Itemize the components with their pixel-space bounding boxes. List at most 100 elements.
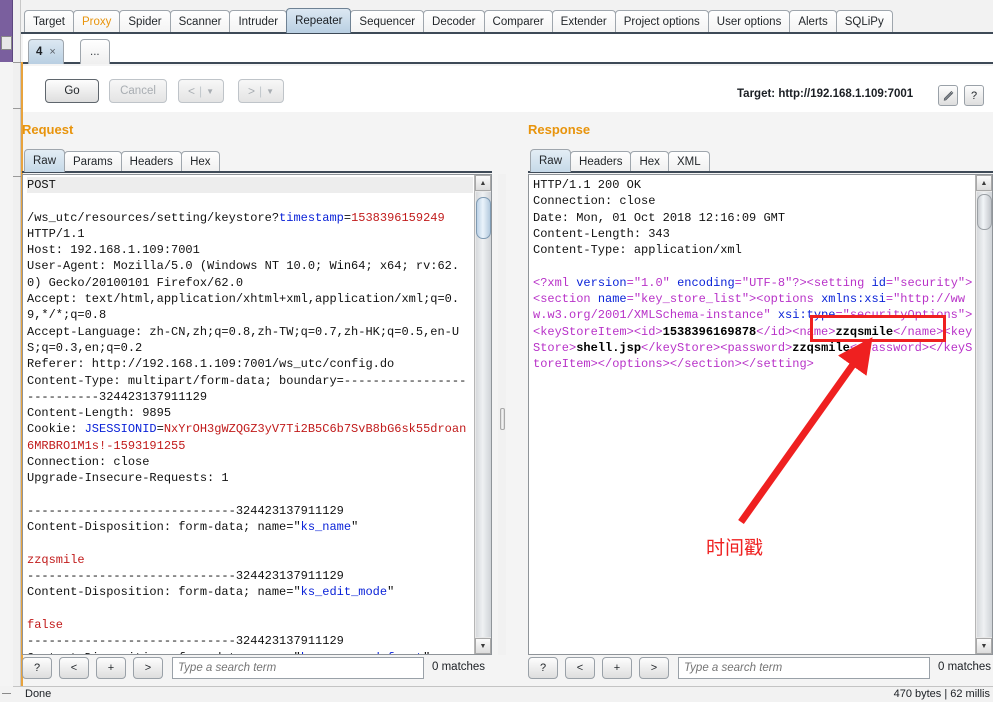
cancel-button[interactable]: Cancel [109, 79, 167, 103]
main-tab-extender[interactable]: Extender [551, 10, 616, 33]
code-token: ="key_store_list"><options [626, 292, 822, 307]
main-tab-user-options[interactable]: User options [707, 10, 791, 33]
code-token: zzqsmile [27, 552, 85, 567]
response-search-help-button[interactable]: ? [528, 657, 558, 679]
burp-suite-window: Target Proxy Spider Scanner Intruder Repeater… [0, 0, 993, 702]
code-token: encoding [677, 275, 735, 290]
request-search-bar: ? < + > 0 matches [22, 657, 492, 683]
request-tab-headers[interactable]: Headers [120, 151, 183, 172]
panel-tab-label: XML [676, 156, 701, 168]
repeater-tabbar: 4 × ... [23, 34, 993, 64]
repeater-new-tab-button[interactable]: ... [80, 39, 110, 64]
code-token: Cookie: [27, 422, 85, 437]
request-search-help-button[interactable]: ? [22, 657, 52, 679]
panel-tab-label: Raw [539, 155, 563, 167]
main-tab-scanner[interactable]: Scanner [169, 10, 231, 33]
main-tab-decoder[interactable]: Decoder [423, 10, 485, 33]
status-bar: Done 470 bytes | 62 millis [13, 686, 993, 702]
panel-tab-label: Hex [190, 156, 211, 168]
status-left-edge [0, 686, 13, 702]
rail-divider-1 [13, 62, 21, 63]
main-tab-sequencer[interactable]: Sequencer [350, 10, 425, 33]
main-tab-target[interactable]: Target [24, 10, 74, 33]
request-scroll-track[interactable] [476, 192, 491, 637]
main-tab-proxy[interactable]: Proxy [72, 10, 121, 33]
code-token: JSESSIONID [84, 422, 157, 437]
request-search-add-button[interactable]: + [96, 657, 126, 679]
pencil-glyph [943, 90, 953, 101]
request-tab-raw[interactable]: Raw [24, 149, 66, 172]
request-search-input[interactable] [172, 657, 424, 679]
response-search-add-button[interactable]: + [602, 657, 632, 679]
panel-tab-label: Params [73, 156, 113, 168]
annotation-label: 时间戳 [706, 537, 764, 559]
response-scroll-thumb[interactable] [977, 194, 992, 230]
panel-tab-label: Hex [639, 156, 660, 168]
code-line: Content-Disposition: form-data; name="ks… [27, 520, 358, 534]
code-line: Referer: http://192.168.1.109:7001/ws_ut… [27, 357, 395, 372]
code-line: Upgrade-Insecure-Requests: 1 [27, 471, 229, 486]
code-line: -----------------------------32442313791… [27, 634, 344, 649]
request-scroll-thumb[interactable] [476, 197, 491, 239]
request-editor[interactable]: POST /ws_utc/resources/setting/keystore?… [22, 174, 492, 655]
next-request-button[interactable]: > | ▼ [238, 79, 284, 103]
panel-tab-label: Headers [129, 156, 174, 168]
code-token: name [597, 292, 627, 307]
main-tab-label: Spider [128, 16, 162, 28]
chevron-down-icon: ▼ [206, 86, 215, 96]
response-tab-raw[interactable]: Raw [530, 149, 572, 172]
response-search-prev-button[interactable]: < [565, 657, 595, 679]
response-tab-hex[interactable]: Hex [630, 151, 669, 172]
code-token: zzqsmile [835, 324, 894, 339]
code-token: " [423, 651, 430, 654]
main-tab-label: Comparer [492, 16, 544, 28]
code-token: = [343, 210, 352, 225]
previous-request-button[interactable]: < | ▼ [178, 79, 224, 103]
request-scrollbar[interactable]: ▲ ▼ [474, 175, 491, 654]
status-message: Done [25, 688, 52, 700]
target-label: Target: http://192.168.1.109:7001 [737, 88, 914, 100]
code-token: /ws_utc/resources/setting/keystore? [27, 210, 280, 225]
response-search-next-button[interactable]: > [639, 657, 669, 679]
main-tab-sqlipy[interactable]: SQLiPy [835, 10, 893, 33]
request-search-prev-button[interactable]: < [59, 657, 89, 679]
request-raw-text[interactable]: POST /ws_utc/resources/setting/keystore?… [27, 177, 473, 654]
scroll-up-icon[interactable]: ▲ [976, 175, 992, 191]
response-tab-xml[interactable]: XML [667, 151, 710, 172]
code-token: Content-Disposition: form-data; name=" [27, 585, 301, 600]
repeater-tab-4[interactable]: 4 × [28, 39, 64, 64]
close-icon[interactable]: × [49, 46, 55, 58]
scroll-down-icon[interactable]: ▼ [976, 638, 992, 654]
separator-glyph: | [258, 84, 263, 98]
pencil-icon[interactable] [938, 85, 958, 106]
request-search-next-button[interactable]: > [133, 657, 163, 679]
scroll-down-icon[interactable]: ▼ [475, 638, 491, 654]
main-tab-intruder[interactable]: Intruder [229, 10, 288, 33]
main-tab-comparer[interactable]: Comparer [483, 10, 553, 33]
main-tab-project-options[interactable]: Project options [614, 10, 709, 33]
response-editor[interactable]: HTTP/1.1 200 OK Connection: close Date: … [528, 174, 993, 655]
main-tab-repeater[interactable]: Repeater [286, 8, 352, 33]
code-line: POST [27, 177, 473, 194]
code-line: -----------------------------32442313791… [27, 503, 344, 518]
response-tab-headers[interactable]: Headers [570, 151, 632, 172]
request-tab-params[interactable]: Params [64, 151, 122, 172]
code-token: id [871, 275, 886, 290]
code-token: Content-Disposition: form-data; name=" [27, 651, 301, 654]
request-tab-hex[interactable]: Hex [181, 151, 220, 172]
main-tab-spider[interactable]: Spider [119, 10, 171, 33]
scroll-up-icon[interactable]: ▲ [475, 175, 491, 191]
code-token: ks_edit_mode [300, 585, 388, 600]
response-scroll-track[interactable] [977, 192, 992, 637]
panel-splitter-grip[interactable] [500, 408, 505, 430]
response-raw-text[interactable]: HTTP/1.1 200 OK Connection: close Date: … [533, 177, 974, 373]
code-token: ="UTF-8"?><setting [734, 275, 872, 290]
main-tab-alerts[interactable]: Alerts [789, 10, 837, 33]
code-token: xsi:type [777, 308, 836, 323]
help-icon[interactable]: ? [964, 85, 984, 106]
response-scrollbar[interactable]: ▲ ▼ [975, 175, 992, 654]
code-line: Host: 192.168.1.109:7001 [27, 243, 200, 258]
code-token: shell.jsp [576, 340, 642, 355]
go-button[interactable]: Go [45, 79, 99, 103]
response-search-input[interactable] [678, 657, 930, 679]
